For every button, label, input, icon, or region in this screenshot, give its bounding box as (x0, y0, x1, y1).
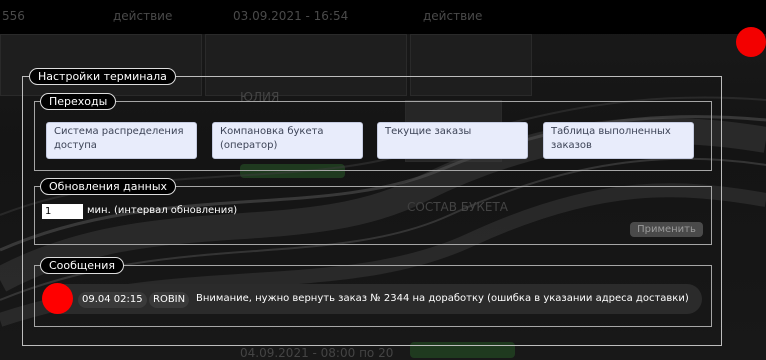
message-time: 09.04 02:15 (78, 292, 147, 308)
nav-button-line2: (оператор) (220, 140, 278, 151)
bg-header-col4: действие (423, 9, 483, 23)
alert-indicator[interactable] (736, 27, 766, 57)
nav-current-orders-button[interactable]: Текущие заказы (377, 122, 528, 159)
nav-button-line2: заказов (551, 140, 592, 151)
nav-button-line2: доступа (54, 140, 97, 151)
nav-button-line1: Таблица выполненных (551, 126, 671, 137)
bg-header-col2: действие (113, 9, 173, 23)
nav-button-line1: Компановка букета (220, 126, 324, 137)
bg-header-col3: 03.09.2021 - 16:54 (233, 9, 349, 23)
nav-bouquet-layout-button[interactable]: Компановка букета (оператор) (212, 122, 363, 159)
nav-button-line1: Текущие заказы (385, 126, 472, 137)
messages-legend: Сообщения (40, 257, 125, 274)
apply-button[interactable]: Применить (630, 222, 703, 237)
navigation-legend: Переходы (40, 93, 117, 110)
bg-bottom-date: 04.09.2021 - 08:00 по 20 (240, 346, 394, 360)
modal-title: Настройки терминала (29, 68, 176, 85)
message-author: ROBIN (149, 292, 190, 308)
bg-header-col1: 556 (2, 9, 25, 23)
nav-button-line1: Система распределения (54, 126, 184, 137)
message-status-dot (42, 283, 73, 314)
update-interval-input[interactable] (42, 204, 83, 219)
nav-completed-orders-button[interactable]: Таблица выполненных заказов (543, 122, 694, 159)
nav-access-system-button[interactable]: Система распределения доступа (46, 122, 197, 159)
update-interval-label: мин. (интервал обновления) (87, 205, 238, 216)
data-update-legend: Обновления данных (40, 178, 177, 195)
message-text: Внимание, нужно вернуть заказ № 2344 на … (196, 293, 689, 304)
